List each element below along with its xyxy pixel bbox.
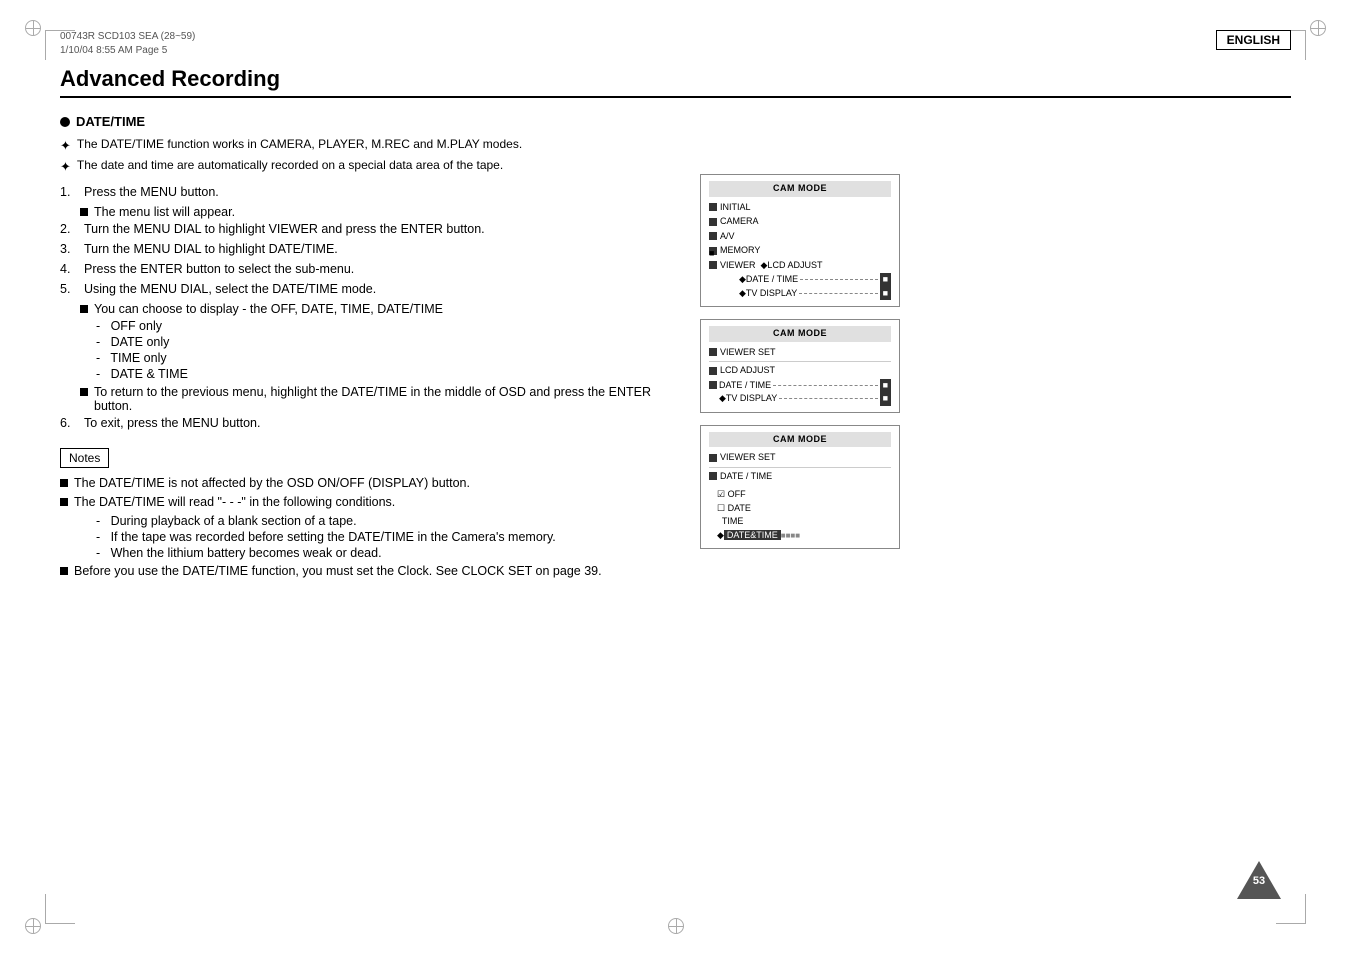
screen3-checkbox-date: ☐ DATE <box>717 502 891 516</box>
screen-icon <box>709 367 717 375</box>
option-datetime: - DATE & TIME <box>96 367 680 381</box>
page-header: 00743R SCD103 SEA (28~59) 1/10/04 8:55 A… <box>60 30 1291 58</box>
tip-1: ✦ The DATE/TIME function works in CAMERA… <box>60 137 680 154</box>
screen1-viewer: VIEWER ◆LCD ADJUST <box>709 259 891 273</box>
option-time: - TIME only <box>96 351 680 365</box>
square-bullet-icon <box>80 208 88 216</box>
screen1-memory: ■ MEMORY <box>709 244 891 258</box>
page-title: Advanced Recording <box>60 66 1291 92</box>
screen3-datetime-item: ◆DATE&TIME■■■■ <box>717 529 891 543</box>
screenshot-1-title: CAM MODE <box>709 181 891 197</box>
note-2-sub-3: - When the lithium battery becomes weak … <box>96 546 680 560</box>
screen2-tvdisplay: ◆TV DISPLAY ■ <box>719 392 891 406</box>
steps-list: 1. Press the MENU button. The menu list … <box>60 185 680 430</box>
screen3-datetime: DATE / TIME <box>709 470 891 484</box>
note-2-sub-1: - During playback of a blank section of … <box>96 514 680 528</box>
square-bullet-icon-3 <box>80 388 88 396</box>
screenshot-1: CAM MODE INITIAL CAMERA A/V ■ MEMORY <box>700 174 900 307</box>
screen3-time: TIME <box>717 515 891 529</box>
screen3-sep <box>709 467 891 468</box>
screen3-checkbox-off: ☑ OFF <box>717 488 891 502</box>
content-area: DATE/TIME ✦ The DATE/TIME function works… <box>60 114 1291 588</box>
step-5: 5. Using the MENU DIAL, select the DATE/… <box>60 282 680 296</box>
note-2-sub-2: - If the tape was recorded before settin… <box>96 530 680 544</box>
right-screenshots: CAM MODE INITIAL CAMERA A/V ■ MEMORY <box>700 174 900 588</box>
screen2-lcd: LCD ADJUST <box>709 364 891 378</box>
screen-icon <box>709 261 717 269</box>
english-badge: ENGLISH <box>1216 30 1291 50</box>
step-3: 3. Turn the MENU DIAL to highlight DATE/… <box>60 242 680 256</box>
screen2-datetime: DATE / TIME ■ <box>709 379 891 393</box>
screenshot-3-title: CAM MODE <box>709 432 891 448</box>
screen1-tvdisplay: ◆TV DISPLAY ■ <box>739 287 891 301</box>
screen1-av: A/V <box>709 230 891 244</box>
note-bullet-1 <box>60 479 68 487</box>
notes-section: Notes The DATE/TIME is not affected by t… <box>60 448 680 578</box>
tip-2: ✦ The date and time are automatically re… <box>60 158 680 175</box>
tip-cross-icon-2: ✦ <box>60 159 71 175</box>
screen-icon <box>709 381 717 389</box>
screenshot-2: CAM MODE VIEWER SET LCD ADJUST DATE / TI… <box>700 319 900 413</box>
step-5-return: To return to the previous menu, highligh… <box>80 385 680 413</box>
step-1: 1. Press the MENU button. <box>60 185 680 199</box>
note-bullet-3 <box>60 567 68 575</box>
screen-icon <box>709 348 717 356</box>
step-6: 6. To exit, press the MENU button. <box>60 416 680 430</box>
option-date: - DATE only <box>96 335 680 349</box>
screen-icon <box>709 472 717 480</box>
bullet-icon <box>60 117 70 127</box>
section-title-text: DATE/TIME <box>76 114 145 129</box>
step-2: 2. Turn the MENU DIAL to highlight VIEWE… <box>60 222 680 236</box>
screenshot-3: CAM MODE VIEWER SET DATE / TIME ☑ OFF ☐ … <box>700 425 900 550</box>
step-4: 4. Press the ENTER button to select the … <box>60 262 680 276</box>
note-2: The DATE/TIME will read "- - -" in the f… <box>60 495 680 509</box>
note-1: The DATE/TIME is not affected by the OSD… <box>60 476 680 490</box>
tip-cross-icon: ✦ <box>60 138 71 154</box>
page-number: 53 <box>1247 875 1271 887</box>
screen2-sep <box>709 361 891 362</box>
screen-icon <box>709 454 717 462</box>
screen3-viewerset: VIEWER SET <box>709 451 891 465</box>
note-3: Before you use the DATE/TIME function, y… <box>60 564 680 578</box>
screenshot-2-title: CAM MODE <box>709 326 891 342</box>
left-content: DATE/TIME ✦ The DATE/TIME function works… <box>60 114 680 588</box>
screen-icon <box>709 232 717 240</box>
screen2-viewerset: VIEWER SET <box>709 346 891 360</box>
note-bullet-2 <box>60 498 68 506</box>
screen1-datetime: ◆DATE / TIME ■ <box>739 273 891 287</box>
screen1-initial: INITIAL <box>709 201 891 215</box>
step-1-sub: The menu list will appear. <box>80 205 680 219</box>
option-off: - OFF only <box>96 319 680 333</box>
notes-label: Notes <box>60 448 109 468</box>
screen-icon <box>709 218 717 226</box>
screen-icon <box>709 203 717 211</box>
screen-icon: ■ <box>709 247 717 255</box>
square-bullet-icon-2 <box>80 305 88 313</box>
step-5-sub: You can choose to display - the OFF, DAT… <box>80 302 680 316</box>
section-title: DATE/TIME <box>60 114 680 129</box>
screen1-camera: CAMERA <box>709 215 891 229</box>
page-info: 00743R SCD103 SEA (28~59) 1/10/04 8:55 A… <box>60 30 195 58</box>
title-divider <box>60 96 1291 98</box>
page-number-container: 53 <box>1237 861 1281 899</box>
page-badge-triangle: 53 <box>1237 861 1281 899</box>
